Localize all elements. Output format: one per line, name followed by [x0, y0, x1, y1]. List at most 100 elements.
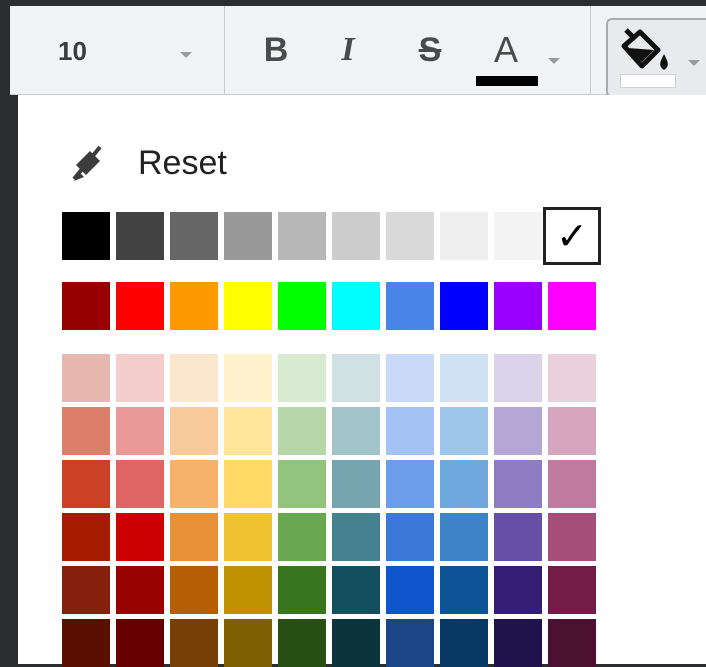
color-swatch[interactable]	[332, 354, 380, 402]
color-swatch[interactable]	[224, 354, 272, 402]
color-swatch[interactable]	[62, 407, 110, 455]
color-swatch[interactable]	[116, 212, 164, 260]
color-swatch[interactable]	[170, 619, 218, 667]
color-swatch[interactable]	[386, 513, 434, 561]
color-swatch[interactable]	[224, 282, 272, 330]
color-swatch[interactable]	[332, 212, 380, 260]
color-swatch[interactable]	[170, 282, 218, 330]
color-swatch[interactable]	[116, 619, 164, 667]
paint-bucket-slash-icon	[72, 145, 102, 181]
color-swatch[interactable]	[332, 513, 380, 561]
color-swatch[interactable]	[62, 460, 110, 508]
color-swatch[interactable]	[548, 460, 596, 508]
color-swatch[interactable]	[62, 212, 110, 260]
color-swatch[interactable]	[494, 407, 542, 455]
color-swatch[interactable]	[278, 513, 326, 561]
color-swatch[interactable]	[440, 212, 488, 260]
color-swatch[interactable]	[386, 566, 434, 614]
color-swatch[interactable]	[170, 460, 218, 508]
color-swatch[interactable]	[494, 619, 542, 667]
window-frame-left	[0, 0, 10, 664]
color-swatch[interactable]	[170, 566, 218, 614]
font-size-chevron-down-icon[interactable]	[180, 52, 192, 58]
bold-button[interactable]: B	[254, 28, 298, 72]
color-swatch[interactable]	[332, 282, 380, 330]
color-swatch[interactable]	[332, 407, 380, 455]
color-swatch[interactable]	[494, 212, 542, 260]
color-swatch[interactable]	[116, 407, 164, 455]
color-swatch[interactable]	[440, 354, 488, 402]
color-swatch[interactable]	[386, 282, 434, 330]
color-swatch[interactable]	[116, 354, 164, 402]
strikethrough-button[interactable]: S	[408, 28, 452, 72]
color-swatch[interactable]	[170, 354, 218, 402]
color-swatch[interactable]	[386, 619, 434, 667]
color-swatch[interactable]	[224, 619, 272, 667]
color-swatch[interactable]	[332, 460, 380, 508]
italic-icon: I	[341, 31, 355, 68]
font-size-select[interactable]: 10	[58, 36, 87, 67]
color-swatch[interactable]	[386, 212, 434, 260]
color-swatch[interactable]	[548, 282, 596, 330]
color-swatch[interactable]	[440, 407, 488, 455]
color-swatch[interactable]	[440, 619, 488, 667]
fill-color-chevron-down-icon[interactable]	[688, 60, 700, 66]
color-swatch[interactable]	[494, 460, 542, 508]
color-swatch[interactable]	[386, 354, 434, 402]
color-swatch[interactable]	[278, 566, 326, 614]
color-swatch[interactable]	[440, 460, 488, 508]
color-swatch[interactable]	[494, 354, 542, 402]
color-swatch[interactable]	[386, 460, 434, 508]
color-swatch[interactable]	[62, 282, 110, 330]
color-swatch[interactable]	[62, 619, 110, 667]
color-swatch[interactable]	[548, 354, 596, 402]
toolbar-separator	[224, 6, 225, 94]
bold-icon: B	[263, 30, 289, 69]
color-swatch[interactable]	[278, 354, 326, 402]
color-swatch[interactable]	[170, 407, 218, 455]
color-swatch[interactable]	[548, 407, 596, 455]
text-color-chevron-down-icon[interactable]	[548, 58, 560, 64]
color-swatch[interactable]	[548, 619, 596, 667]
color-swatch[interactable]	[278, 619, 326, 667]
color-swatch[interactable]	[494, 513, 542, 561]
fill-color-indicator	[620, 74, 676, 88]
color-swatch[interactable]	[116, 513, 164, 561]
color-swatch[interactable]	[494, 282, 542, 330]
color-swatch[interactable]	[116, 282, 164, 330]
color-swatch[interactable]	[224, 566, 272, 614]
color-swatch[interactable]	[224, 212, 272, 260]
color-palette-dropdown: Reset ✓	[18, 95, 706, 667]
color-swatch[interactable]	[494, 566, 542, 614]
color-swatch[interactable]	[62, 566, 110, 614]
italic-button[interactable]: I	[326, 28, 370, 72]
color-swatch[interactable]	[548, 513, 596, 561]
color-swatch[interactable]	[116, 460, 164, 508]
color-swatch[interactable]	[548, 566, 596, 614]
color-swatch[interactable]	[332, 566, 380, 614]
color-swatch[interactable]	[170, 212, 218, 260]
color-swatch[interactable]	[278, 460, 326, 508]
color-swatch[interactable]	[278, 212, 326, 260]
paint-bucket-icon	[621, 28, 668, 70]
fill-color-button[interactable]	[606, 18, 706, 98]
color-swatch[interactable]	[332, 619, 380, 667]
toolbar-separator	[590, 6, 591, 94]
color-swatch[interactable]	[386, 407, 434, 455]
checkmark-icon: ✓	[556, 214, 588, 258]
color-swatch[interactable]	[62, 513, 110, 561]
color-swatch[interactable]	[440, 566, 488, 614]
color-swatch[interactable]	[170, 513, 218, 561]
color-swatch[interactable]	[116, 566, 164, 614]
color-swatch[interactable]	[62, 354, 110, 402]
text-color-button[interactable]: A	[484, 28, 528, 72]
color-swatch[interactable]	[224, 407, 272, 455]
color-swatch[interactable]: ✓	[543, 207, 601, 265]
color-swatch[interactable]	[224, 460, 272, 508]
color-swatch[interactable]	[278, 282, 326, 330]
color-swatch[interactable]	[224, 513, 272, 561]
reset-button[interactable]: Reset	[70, 141, 227, 185]
color-swatch[interactable]	[440, 513, 488, 561]
color-swatch[interactable]	[278, 407, 326, 455]
color-swatch[interactable]	[440, 282, 488, 330]
